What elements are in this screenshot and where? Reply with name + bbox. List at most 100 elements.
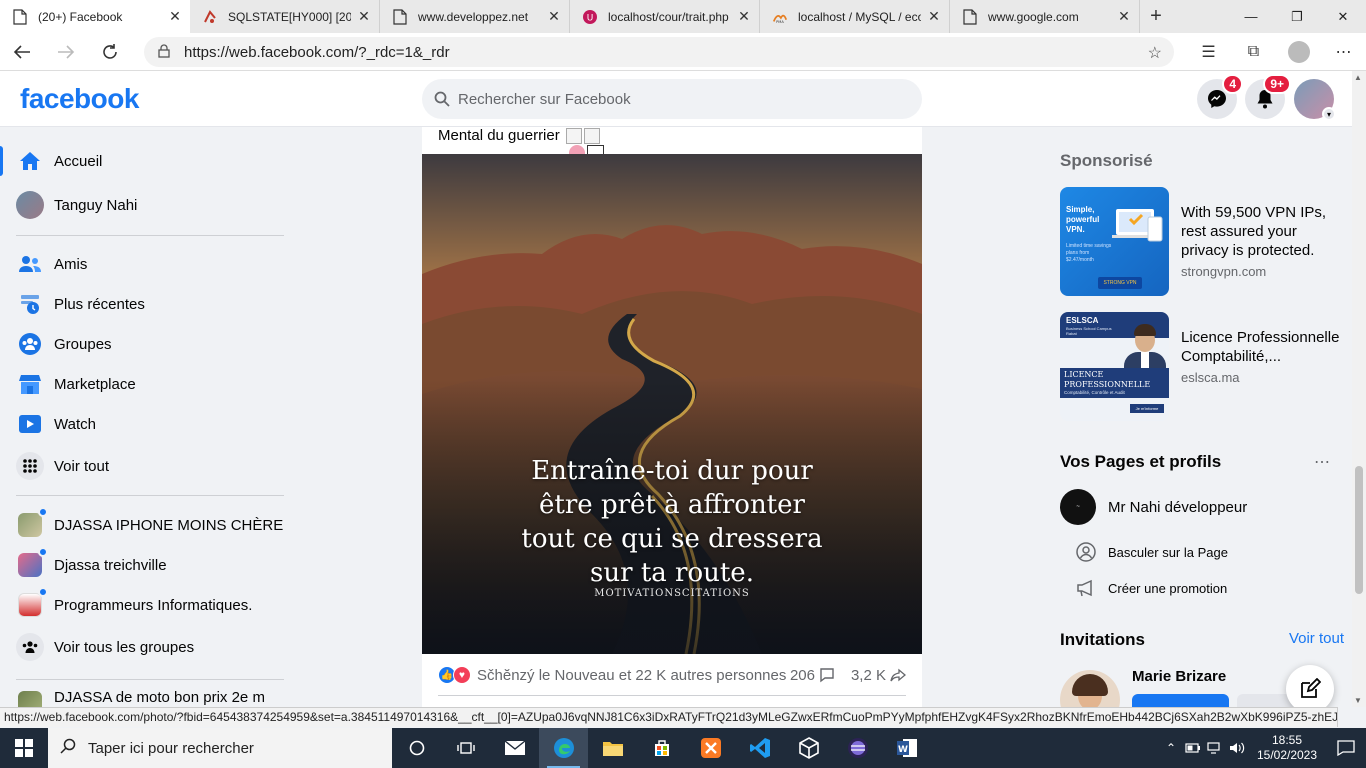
sidebar-item-marketplace[interactable]: Marketplace [8, 366, 288, 402]
post-photo[interactable]: Entraîne-toi dur pour être prêt à affron… [422, 154, 922, 654]
close-window-button[interactable]: ✕ [1320, 0, 1366, 33]
sidebar-group-item[interactable]: DJASSA IPHONE MOINS CHÈRE [8, 507, 288, 543]
search-input[interactable] [458, 90, 898, 108]
more-menu-icon[interactable]: ⋯ [1321, 33, 1366, 71]
volume-icon[interactable] [1226, 741, 1248, 755]
eclipse-app[interactable] [833, 728, 882, 768]
see-all-invitations-link[interactable]: Voir tout [1289, 630, 1344, 647]
page-icon [962, 8, 978, 25]
tab-localhost-trait[interactable]: U localhost/cour/trait.php ✕ [570, 0, 760, 33]
create-promotion-action[interactable]: Créer une promotion [1076, 578, 1227, 598]
ad-headline: Licence Professionnelle Comptabilité,... [1181, 329, 1340, 365]
tab-developpez[interactable]: www.developpez.net ✕ [380, 0, 570, 33]
sidebar-item-label: DJASSA de moto bon prix 2e m [54, 689, 265, 706]
close-icon[interactable]: ✕ [168, 8, 182, 25]
file-explorer-app[interactable] [588, 728, 637, 768]
shares-count[interactable]: 3,2 K [851, 667, 886, 684]
tab-google[interactable]: www.google.com ✕ [950, 0, 1140, 33]
notifications-button[interactable]: 9+ [1245, 74, 1291, 119]
svg-text:U: U [587, 13, 594, 23]
page-item[interactable]: ~ Mr Nahi développeur [1060, 489, 1247, 525]
forward-button[interactable] [44, 33, 88, 71]
sidebar-group-item[interactable]: Djassa treichville [8, 547, 288, 583]
sidebar-item-all-groups[interactable]: Voir tous les groupes [8, 629, 288, 665]
sidebar-item-watch[interactable]: Watch [8, 406, 288, 442]
chevron-up-icon[interactable]: ⌃ [1160, 741, 1182, 755]
close-icon[interactable]: ✕ [737, 8, 751, 25]
favorites-icon[interactable]: ☰ [1186, 33, 1231, 71]
xampp-app[interactable] [686, 728, 735, 768]
sidebar-item-accueil[interactable]: Accueil [8, 143, 288, 179]
page-icon [12, 8, 28, 25]
close-icon[interactable]: ✕ [547, 8, 561, 25]
more-options-icon[interactable]: ⋯ [1314, 452, 1330, 472]
window-controls: — ❐ ✕ [1228, 0, 1366, 33]
edge-icon [553, 738, 574, 758]
task-view-button[interactable] [441, 728, 490, 768]
close-icon[interactable]: ✕ [357, 8, 371, 25]
sidebar-item-groupes[interactable]: Groupes [8, 326, 288, 362]
close-icon[interactable]: ✕ [1117, 8, 1131, 25]
ad-domain: strongvpn.com [1181, 264, 1267, 279]
invite-name[interactable]: Marie Brizare [1132, 668, 1226, 685]
ad-text: With 59,500 VPN IPs, rest assured your p… [1181, 203, 1341, 281]
scroll-up-icon[interactable]: ▲ [1354, 73, 1362, 82]
page-avatar: ~ [1060, 489, 1096, 525]
scrollbar[interactable]: ▲ ▼ [1352, 71, 1366, 707]
tab-phpmyadmin[interactable]: PMA localhost / MySQL / eco ✕ [760, 0, 950, 33]
home-icon [16, 147, 44, 175]
store-icon [654, 740, 669, 756]
collections-icon[interactable]: ⧉ [1231, 33, 1276, 71]
start-button[interactable] [0, 728, 48, 768]
sidebar-item-profile[interactable]: Tanguy Nahi [8, 187, 288, 223]
switch-page-action[interactable]: Basculer sur la Page [1076, 542, 1228, 562]
ad-strongvpn[interactable]: Simple, powerful VPN. Limited time savin… [1060, 187, 1340, 297]
devices-icon [1112, 209, 1163, 242]
messenger-button[interactable]: 4 [1197, 74, 1243, 119]
new-tab-button[interactable]: + [1140, 0, 1172, 33]
scroll-down-icon[interactable]: ▼ [1354, 696, 1362, 705]
mail-app[interactable] [490, 728, 539, 768]
taskbar-clock[interactable]: 18:55 15/02/2023 [1248, 733, 1326, 763]
word-app[interactable]: W [882, 728, 931, 768]
close-icon[interactable]: ✕ [927, 8, 941, 25]
account-avatar[interactable]: ▾ [1294, 79, 1336, 121]
edge-app[interactable] [539, 728, 588, 768]
new-message-button[interactable] [1286, 665, 1334, 713]
back-button[interactable] [0, 33, 44, 71]
reactions-text[interactable]: Sčhĕnzý le Nouveau et 22 K autres person… [477, 667, 786, 684]
sidebar-item-recentes[interactable]: Plus récentes [8, 286, 288, 322]
ad-domain: eslsca.ma [1181, 370, 1240, 385]
comments-count[interactable]: 206 [790, 667, 815, 684]
sidebar-group-item[interactable]: Programmeurs Informatiques. [8, 587, 288, 623]
sidebar-item-voir-tout[interactable]: Voir tout [8, 448, 288, 484]
minimize-button[interactable]: — [1228, 0, 1274, 33]
reload-button[interactable] [88, 33, 132, 71]
eclipse-icon [847, 738, 868, 758]
right-column: Sponsorisé Simple, powerful VPN. Limited… [1044, 127, 1344, 708]
sidebar-item-amis[interactable]: Amis [8, 246, 288, 282]
network-icon[interactable] [1204, 742, 1226, 754]
favorite-star-icon[interactable]: ☆ [1148, 43, 1162, 63]
tab-sqlstate[interactable]: SQLSTATE[HY000] [2019 ✕ [190, 0, 380, 33]
address-bar[interactable]: https://web.facebook.com/?_rdc=1&_rdr ☆ [144, 37, 1174, 67]
scrollbar-thumb[interactable] [1355, 466, 1363, 594]
avatar [16, 191, 44, 219]
battery-icon[interactable] [1182, 743, 1204, 753]
restore-button[interactable]: ❐ [1274, 0, 1320, 33]
sidebar-item-label: Programmeurs Informatiques. [54, 596, 253, 614]
virtualbox-app[interactable] [784, 728, 833, 768]
taskbar-search[interactable]: Taper ici pour rechercher [48, 728, 392, 768]
facebook-logo[interactable]: facebook [20, 83, 139, 115]
post-caption-text: Mental du guerrier [438, 127, 560, 144]
ad-eslsca[interactable]: ESLSCA Business School Campus Rabat LICE… [1060, 312, 1340, 422]
notification-center-icon[interactable] [1326, 740, 1366, 756]
facebook-search[interactable] [422, 79, 922, 119]
tab-label: localhost / MySQL / eco [798, 9, 921, 24]
vscode-app[interactable] [735, 728, 784, 768]
accept-invite-button[interactable] [1132, 694, 1229, 708]
tab-facebook[interactable]: (20+) Facebook ✕ [0, 0, 190, 33]
cortana-button[interactable] [392, 728, 441, 768]
store-app[interactable] [637, 728, 686, 768]
profile-button[interactable] [1276, 33, 1321, 71]
